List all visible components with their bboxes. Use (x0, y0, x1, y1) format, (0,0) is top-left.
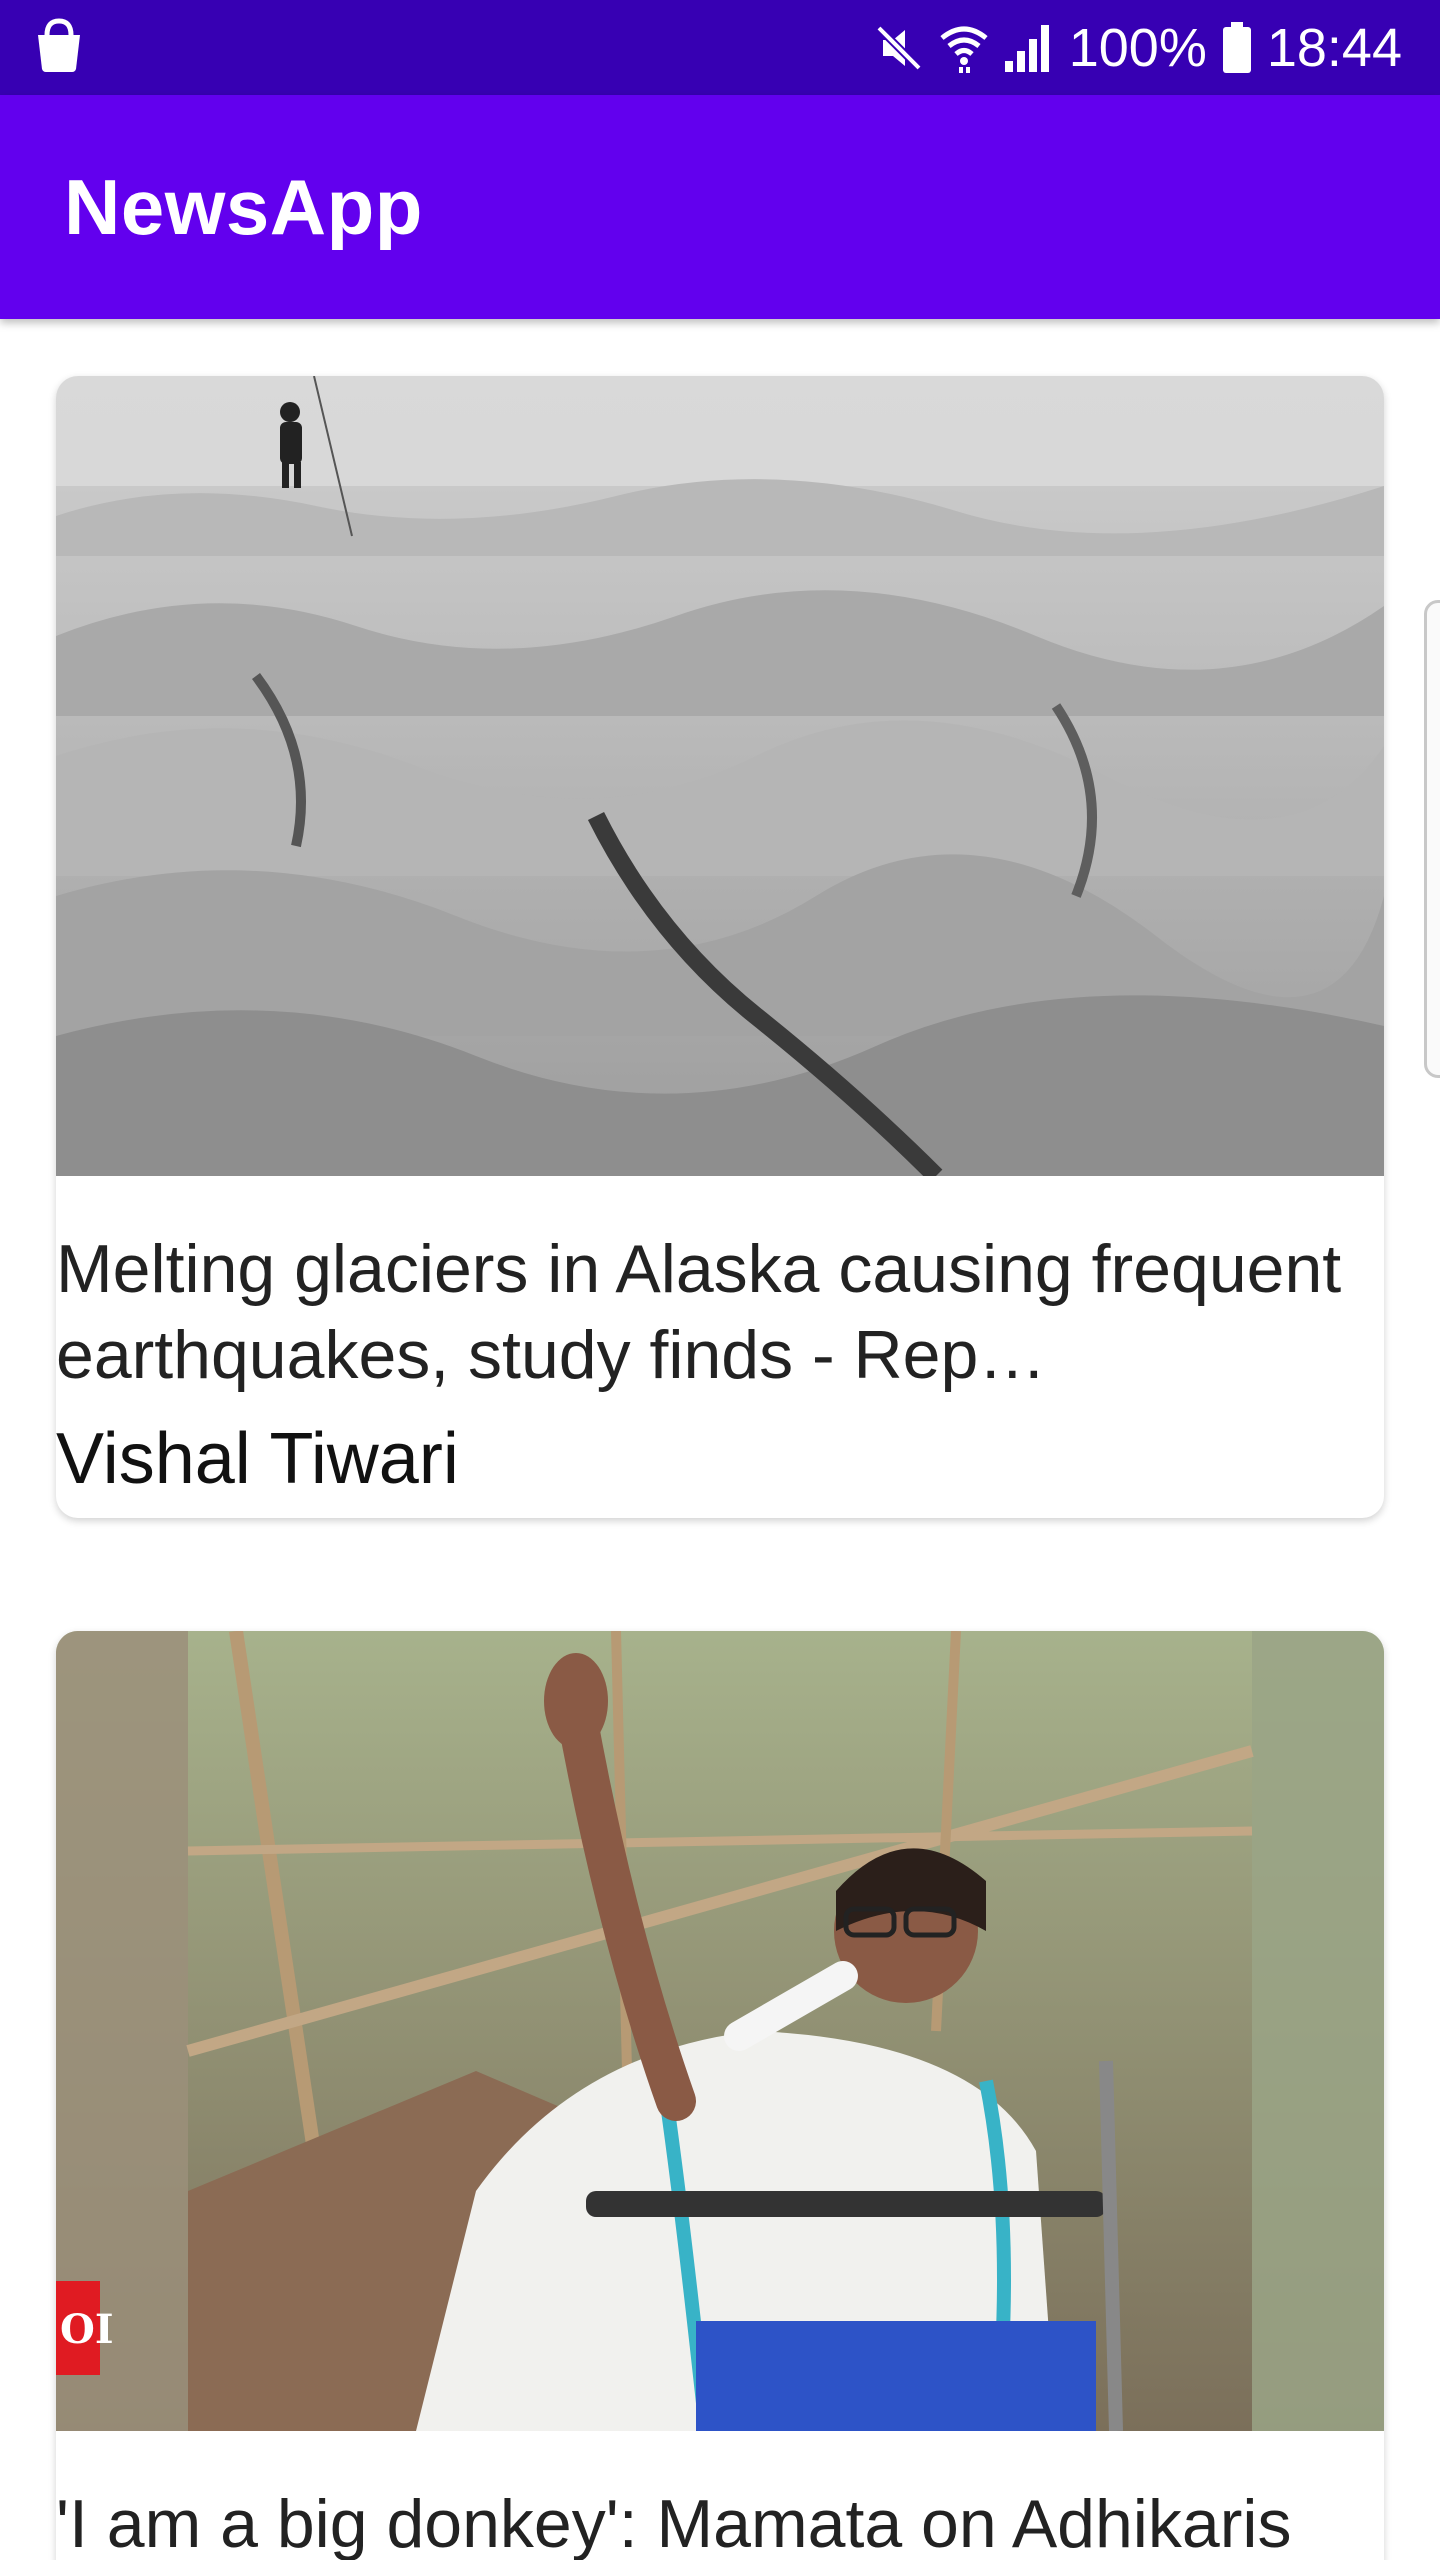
battery-text: 100% (1068, 17, 1207, 78)
status-bar: 100% 18:44 (0, 0, 1440, 95)
photo-badge-text: OI (60, 2306, 114, 2353)
article-card[interactable]: Melting glaciers in Alaska causing frequ… (56, 376, 1384, 1518)
article-author: Vishal Tiwari (56, 1419, 459, 1499)
article-title[interactable]: Melting glaciers in Alaska causing frequ… (56, 1226, 1384, 1398)
signal-icon (1003, 23, 1055, 73)
wifi-icon (939, 22, 989, 74)
article-image-glacier[interactable] (56, 376, 1384, 1176)
mute-icon (873, 22, 925, 74)
clock: 18:44 (1266, 17, 1402, 78)
shopping-bag-icon (34, 17, 84, 78)
app-title: NewsApp (64, 163, 423, 251)
article-title[interactable]: 'I am a big donkey': Mamata on Adhikaris (56, 2481, 1384, 2560)
glacier-photo (56, 376, 1384, 1176)
article-card[interactable]: OI 'I am a big donkey': Mamata on Adhika… (56, 1631, 1384, 2560)
news-feed[interactable]: Melting glaciers in Alaska causing frequ… (0, 319, 1440, 2560)
politician-speaking-photo: OI (56, 1631, 1384, 2431)
app-bar: NewsApp (0, 95, 1440, 319)
article-image-politician[interactable]: OI (56, 1631, 1384, 2431)
side-scroll-handle[interactable] (1424, 600, 1440, 1078)
battery-icon (1221, 21, 1253, 74)
